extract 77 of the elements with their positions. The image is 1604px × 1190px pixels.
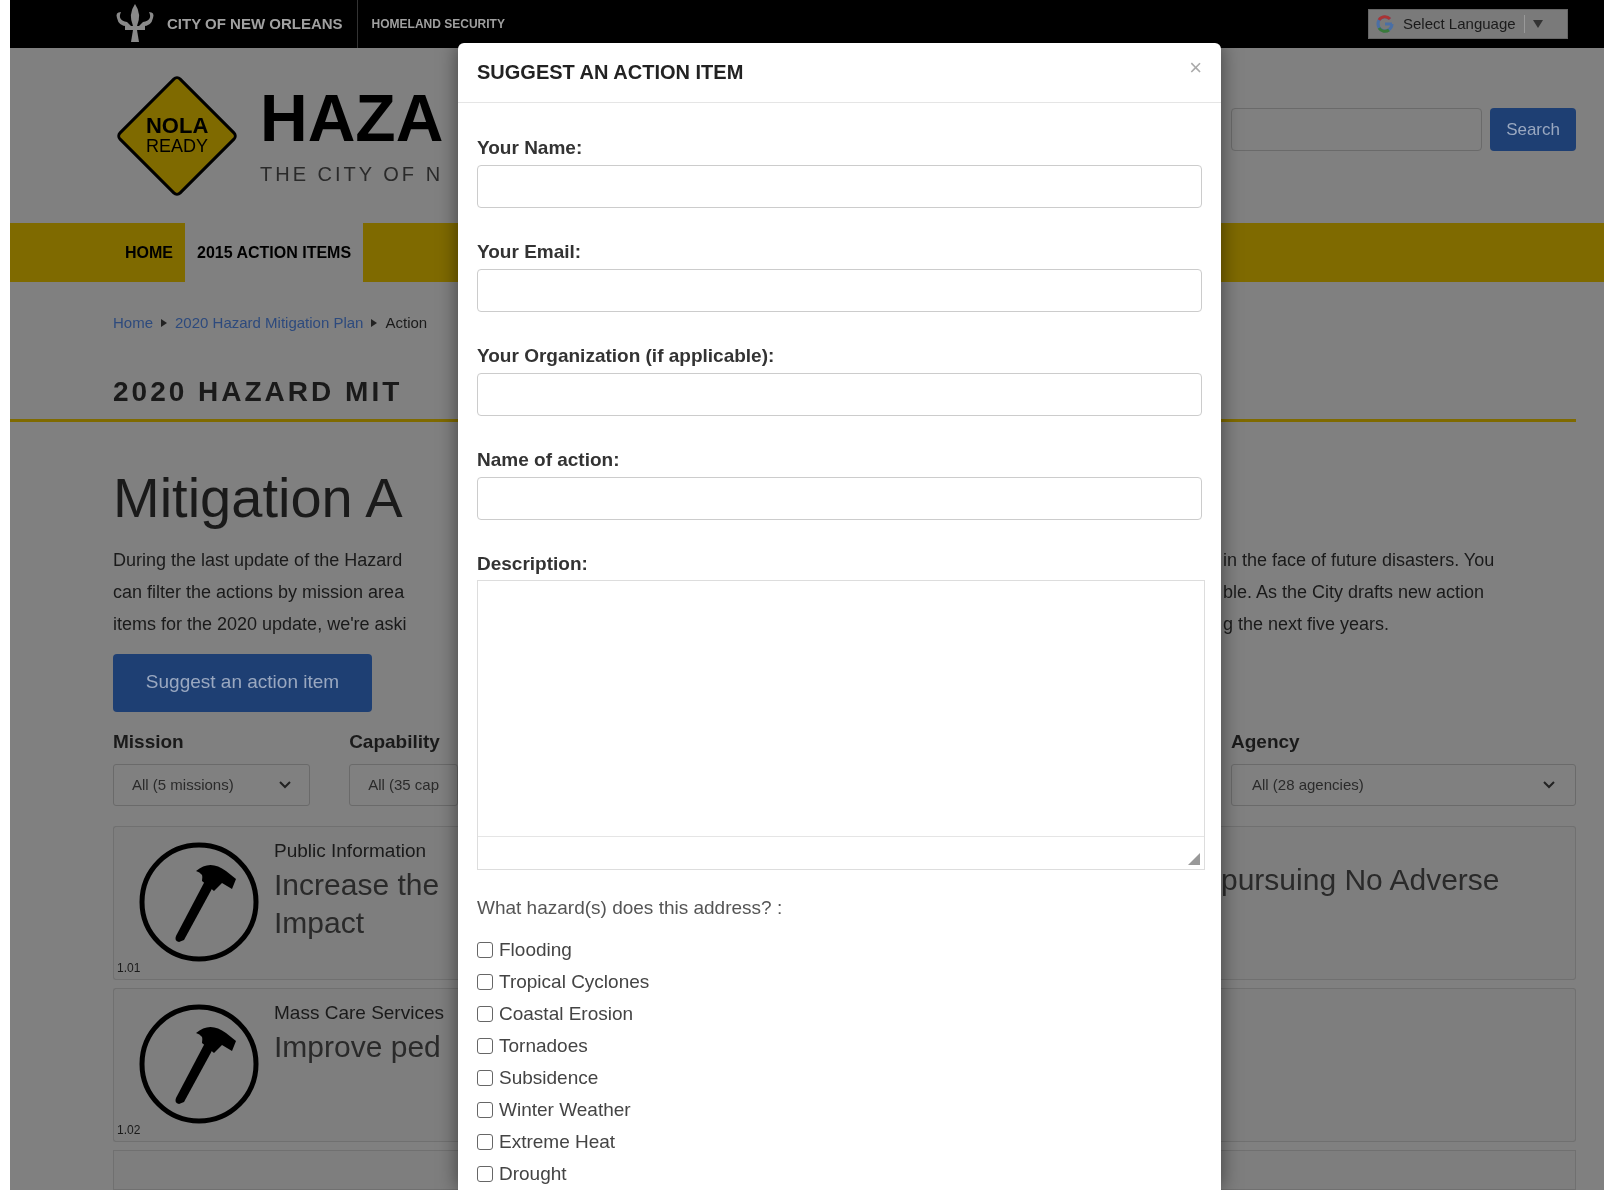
dropdown-arrow-icon [1532,19,1543,29]
breadcrumb-current: Action [385,313,428,333]
checkbox[interactable] [477,1038,493,1054]
search-button[interactable]: Search [1490,108,1576,151]
text-field[interactable] [477,164,1202,208]
checkbox[interactable] [477,1102,493,1118]
field-label: Your Email: [477,240,583,263]
site-title: HAZA [260,82,444,153]
action-title[interactable]: Increase the [274,865,440,904]
field-label: Description: [477,552,589,575]
checkbox[interactable] [477,1166,493,1182]
checkbox-label[interactable]: Tropical Cyclones [499,967,650,997]
action-title[interactable]: Improve ped [274,1027,444,1066]
hammer-icon [138,1003,260,1125]
checkbox-label[interactable]: Drought [499,1159,567,1189]
suggest-action-button[interactable]: Suggest an action item [113,653,372,712]
checkbox[interactable] [477,942,493,958]
filter-select[interactable]: All (35 cap [349,764,458,806]
intro-text: During the last update of the Hazard [113,548,404,572]
intro-text: items for the 2020 update, we're aski [113,612,408,636]
field-label: Your Organization (if applicable): [477,344,776,367]
language-select[interactable]: Select Language [1368,9,1568,39]
action-title[interactable]: Impact [274,903,440,942]
checkbox[interactable] [477,974,493,990]
close-button[interactable]: × [1189,57,1202,80]
intro-text: g the next five years. [1223,612,1391,636]
text-field[interactable] [477,476,1202,520]
site-subtitle: THE CITY OF N [260,161,444,187]
resize-grip-icon[interactable] [1188,852,1200,865]
breadcrumb-link[interactable]: Home [113,312,153,335]
action-card[interactable]: pursuing No Adverse [1221,826,1576,980]
action-title[interactable]: pursuing No Adverse [1221,863,1500,896]
field-label: Name of action: [477,448,621,471]
intro-text: ble. As the City drafts new action [1223,580,1486,604]
section-heading: 2020 HAZARD MIT [113,375,403,407]
google-icon [1375,14,1395,34]
chevron-down-icon [279,781,292,789]
checkbox-label[interactable]: Winter Weather [499,1095,631,1125]
checkbox-label[interactable]: Subsidence [499,1063,599,1093]
logo-text: NOLA [145,115,208,136]
breadcrumb-separator-icon [161,319,167,328]
checkbox[interactable] [477,1134,493,1150]
text-field[interactable] [477,372,1202,416]
action-number: 1.01 [117,960,141,977]
checkbox[interactable] [477,1070,493,1086]
section-name[interactable]: HOMELAND SECURITY [371,15,505,33]
modal-title: SUGGEST AN ACTION ITEM [477,60,744,86]
nav-tab[interactable]: 2015 ACTION ITEMS [185,223,364,282]
logo-text: READY [145,135,208,156]
checkbox-label[interactable]: Extreme Heat [499,1127,616,1157]
action-mission: Mass Care Services [274,1001,444,1025]
breadcrumb-link[interactable]: 2020 Hazard Mitigation Plan [175,312,364,335]
breadcrumb-separator-icon [371,319,378,328]
description-field[interactable] [477,579,1205,870]
search-field[interactable] [1231,108,1483,151]
hammer-icon [138,841,260,963]
action-number: 1.02 [117,1122,141,1139]
checkbox-label[interactable]: Tornadoes [499,1031,588,1061]
filter-select[interactable]: All (5 missions) [113,764,311,806]
checkbox-label[interactable]: Coastal Erosion [499,999,634,1029]
filter-select[interactable]: All (28 agencies) [1231,764,1576,806]
field-label: Your Name: [477,136,584,159]
page-title: Mitigation A [113,465,403,529]
action-mission: Public Information [274,839,428,863]
filter-label: Agency [1231,729,1301,754]
intro-text: in the face of future disasters. You [1223,548,1496,572]
checkbox[interactable] [477,1006,493,1022]
action-card[interactable]: 1.01 Public Information Increase the Impact [113,826,458,980]
checkbox-label[interactable]: Flooding [499,935,572,965]
intro-text: can filter the actions by mission area [113,580,406,604]
site-name[interactable]: CITY OF NEW ORLEANS [167,12,343,36]
filter-label: Capability [349,729,441,754]
action-card[interactable]: 1.02 Mass Care Services Improve ped [113,988,458,1142]
text-field[interactable] [477,268,1202,312]
hazard-question: What hazard(s) does this address? : [477,895,784,920]
chevron-down-icon [1543,781,1555,789]
filter-label: Mission [113,729,185,754]
